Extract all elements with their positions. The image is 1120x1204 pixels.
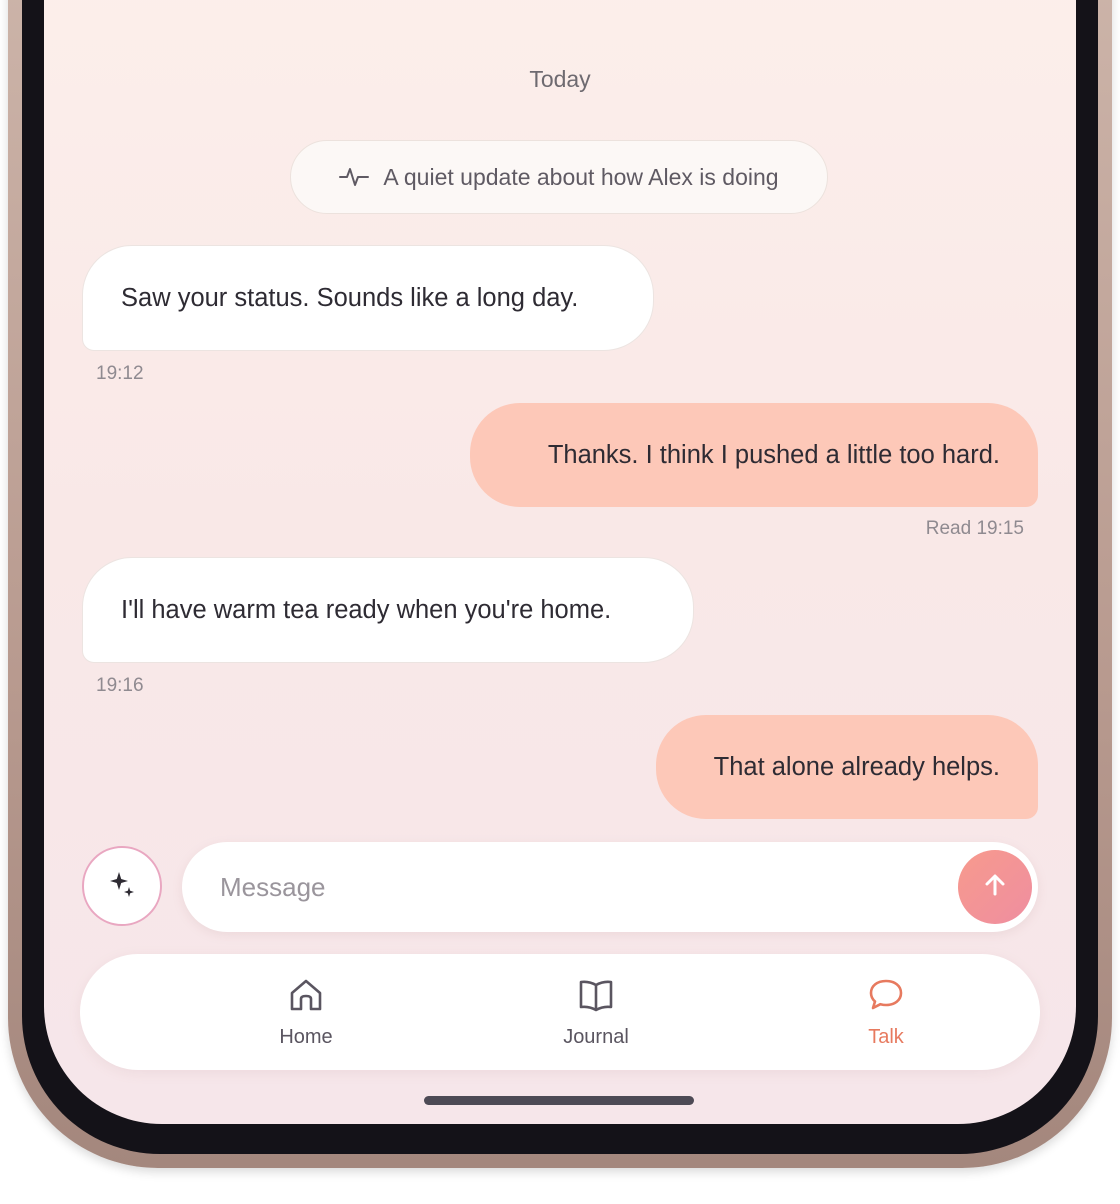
incoming-message-bubble[interactable]: Saw your status. Sounds like a long day.	[82, 245, 654, 351]
home-indicator[interactable]	[424, 1096, 694, 1105]
chat-bubble-icon	[867, 976, 905, 1020]
message-text: I'll have warm tea ready when you're hom…	[121, 595, 612, 624]
book-open-icon	[577, 976, 615, 1020]
arrow-up-icon	[982, 872, 1008, 903]
home-icon	[287, 976, 325, 1020]
chat-screen: Today A quiet update about how Alex is d…	[44, 0, 1076, 1124]
message-text: Thanks. I think I pushed a little too ha…	[547, 440, 1000, 469]
nav-label: Journal	[563, 1025, 629, 1048]
date-divider: Today	[529, 66, 591, 92]
status-update-card[interactable]: A quiet update about how Alex is doing	[290, 140, 828, 214]
nav-item-journal[interactable]: Journal	[516, 954, 676, 1070]
message-timestamp: 19:12	[96, 363, 144, 384]
incoming-message-bubble[interactable]: I'll have warm tea ready when you're hom…	[82, 557, 694, 663]
send-button[interactable]	[958, 850, 1032, 924]
outgoing-message-bubble[interactable]: That alone already helps.	[656, 715, 1038, 819]
activity-pulse-icon	[339, 165, 370, 189]
nav-item-home[interactable]: Home	[226, 954, 386, 1070]
nav-item-talk[interactable]: Talk	[806, 954, 966, 1070]
outgoing-message-bubble[interactable]: Thanks. I think I pushed a little too ha…	[470, 403, 1038, 507]
status-update-text: A quiet update about how Alex is doing	[383, 163, 779, 190]
read-receipt: Read 19:15	[925, 518, 1024, 539]
message-timestamp: 19:16	[96, 675, 144, 696]
nav-label: Home	[279, 1025, 333, 1048]
sparkles-icon	[107, 869, 137, 904]
nav-label: Talk	[868, 1025, 904, 1048]
message-text: That alone already helps.	[713, 752, 1000, 781]
message-composer	[182, 842, 1038, 932]
bottom-navigation: Home Journal Talk	[80, 954, 1040, 1070]
ai-assist-button[interactable]	[82, 846, 162, 926]
message-text: Saw your status. Sounds like a long day.	[121, 283, 579, 312]
message-input[interactable]	[220, 842, 920, 932]
